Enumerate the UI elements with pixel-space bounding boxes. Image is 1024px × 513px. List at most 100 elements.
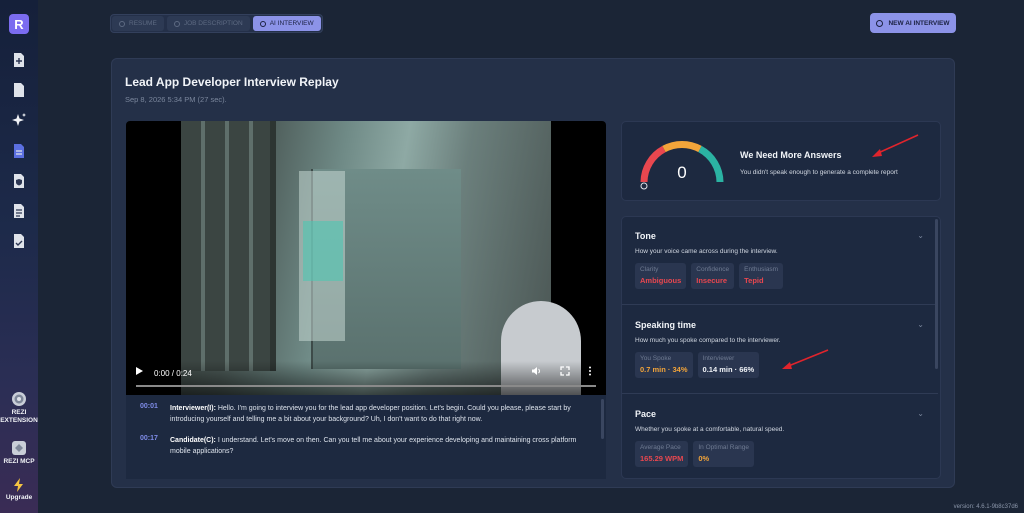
metrics-scrollbar[interactable]: [935, 219, 938, 369]
stat-label: Average Pace: [640, 444, 681, 451]
upgrade-label: Upgrade: [5, 494, 33, 501]
stat-label: In Optimal Range: [698, 444, 749, 451]
new-ai-interview-button[interactable]: NEW AI INTERVIEW: [870, 13, 956, 33]
transcript-line[interactable]: 00:01 Interviewer(I): Hello. I'm going t…: [140, 403, 592, 425]
tab-resume-label: RESUME: [129, 20, 157, 27]
video-window: [181, 121, 276, 371]
stat-label: Interviewer: [702, 355, 735, 362]
stat-value: Tepid: [744, 276, 764, 285]
interviewer-stat: Interviewer 0.14 min · 66%: [697, 352, 760, 378]
tab-ai-interview-label: AI INTERVIEW: [269, 20, 314, 27]
stat-value: Insecure: [696, 276, 728, 285]
transcript-scrollbar[interactable]: [601, 399, 604, 439]
speaking-stats: You Spoke 0.7 min · 34% Interviewer 0.14…: [635, 352, 760, 378]
tone-stats: Clarity Ambiguous Confidence Insecure En…: [635, 263, 784, 289]
rezi-extension-label-2: EXTENSION: [0, 417, 38, 424]
chevron-down-icon[interactable]: ⌄: [917, 409, 924, 418]
circle-plus-icon: [876, 19, 884, 27]
tone-title: Tone: [635, 231, 656, 241]
stat-label: Enthusiasm: [744, 266, 779, 273]
rezi-mcp-link[interactable]: REZI MCP: [0, 441, 38, 466]
stat-label: Confidence: [696, 266, 730, 273]
transcript: 00:01 Interviewer(I): Hello. I'm going t…: [126, 395, 606, 479]
stat-label: You Spoke: [640, 355, 672, 362]
tab-ai-interview[interactable]: AI INTERVIEW: [252, 16, 321, 31]
circle-icon: [173, 20, 180, 27]
sidebar: R REZI EXTENSION REZI MCP Upgrade: [0, 0, 38, 513]
chrome-extension-icon: [12, 392, 26, 406]
transcript-text: Interviewer(I): Hello. I'm going to inte…: [170, 403, 592, 425]
volume-icon[interactable]: [531, 366, 541, 378]
transcript-timestamp[interactable]: 00:17: [140, 435, 160, 457]
transcript-message: Hello. I'm going to interview you for th…: [170, 405, 571, 423]
video-player[interactable]: 0:00 / 0:24: [126, 121, 606, 395]
transcript-line[interactable]: 00:17 Candidate(C): I understand. Let's …: [140, 435, 592, 457]
circle-icon: [259, 20, 266, 27]
lightning-icon: [12, 478, 26, 492]
page-title: Lead App Developer Interview Replay: [125, 75, 339, 89]
file-doc-icon[interactable]: [12, 143, 26, 159]
tab-resume[interactable]: RESUME: [112, 16, 164, 31]
transcript-timestamp[interactable]: 00:01: [140, 403, 160, 425]
stat-label: Clarity: [640, 266, 659, 273]
tab-job-description[interactable]: JOB DESCRIPTION: [166, 16, 250, 31]
enthusiasm-stat: Enthusiasm Tepid: [739, 263, 784, 289]
mcp-icon: [12, 441, 26, 455]
annotation-arrow-icon: [782, 349, 829, 369]
video-progress-bar[interactable]: [136, 385, 596, 387]
stat-value: 0.7 min · 34%: [640, 365, 688, 374]
pace-stats: Average Pace 165.29 WPM In Optimal Range…: [635, 441, 754, 467]
pace-description: Whether you spoke at a comfortable, natu…: [635, 426, 785, 433]
chevron-down-icon[interactable]: ⌄: [917, 320, 924, 329]
clarity-stat: Clarity Ambiguous: [635, 263, 687, 289]
stat-value: 0.14 min · 66%: [702, 365, 755, 374]
file-plus-icon[interactable]: [12, 52, 26, 68]
rezi-extension-link[interactable]: REZI EXTENSION: [0, 392, 38, 425]
speaking-description: How much you spoke compared to the inter…: [635, 337, 781, 344]
version-label: version: 4.6.1-9b8c37d6: [953, 504, 1018, 510]
fullscreen-icon[interactable]: [560, 366, 570, 378]
file-lines-icon[interactable]: [12, 203, 26, 219]
transcript-message: I understand. Let's move on then. Can yo…: [170, 437, 577, 455]
confidence-stat: Confidence Insecure: [691, 263, 735, 289]
step-tabs: RESUME JOB DESCRIPTION AI INTERVIEW: [110, 14, 323, 33]
rezi-extension-label-1: REZI: [11, 409, 27, 416]
circle-icon: [119, 20, 125, 27]
annotation-arrow-icon: [872, 134, 919, 157]
tone-section[interactable]: Tone How your voice came across during t…: [622, 217, 938, 305]
file-shield-icon[interactable]: [12, 173, 26, 189]
rezi-logo[interactable]: R: [9, 14, 29, 34]
tab-job-description-label: JOB DESCRIPTION: [183, 20, 243, 27]
transcript-speaker: Candidate(C):: [170, 437, 216, 444]
speaking-title: Speaking time: [635, 320, 697, 330]
file-check-icon[interactable]: [12, 233, 26, 249]
score-value: 0: [677, 163, 686, 182]
transcript-text: Candidate(C): I understand. Let's move o…: [170, 435, 592, 457]
stat-value: Ambiguous: [640, 276, 682, 285]
upgrade-link[interactable]: Upgrade: [0, 478, 38, 502]
score-description: You didn't speak enough to generate a co…: [740, 169, 898, 176]
video-time: 0:00 / 0:24: [154, 369, 192, 378]
stat-value: 0%: [698, 454, 710, 463]
rezi-mcp-label: REZI MCP: [3, 458, 35, 465]
transcript-speaker: Interviewer(I):: [170, 405, 216, 412]
score-gauge: 0 0 100: [640, 140, 724, 190]
sparkle-icon[interactable]: [12, 112, 26, 128]
video-frame: [181, 121, 581, 395]
page-subtitle: Sep 8, 2026 5:34 PM (27 sec).: [125, 95, 227, 104]
file-icon[interactable]: [12, 82, 26, 98]
tone-description: How your voice came across during the in…: [635, 248, 778, 255]
score-title: We Need More Answers: [740, 150, 842, 160]
stat-value: 165.29 WPM: [640, 454, 684, 463]
interview-replay-card: Lead App Developer Interview Replay Sep …: [111, 58, 955, 488]
you-spoke-stat: You Spoke 0.7 min · 34%: [635, 352, 693, 378]
play-icon[interactable]: [136, 367, 143, 375]
average-pace-stat: Average Pace 165.29 WPM: [635, 441, 689, 467]
new-ai-interview-label: NEW AI INTERVIEW: [888, 19, 950, 27]
optimal-range-stat: In Optimal Range 0%: [693, 441, 754, 467]
video-teal: [303, 221, 343, 281]
pace-title: Pace: [635, 409, 657, 419]
chevron-down-icon[interactable]: ⌄: [917, 231, 924, 240]
pace-section[interactable]: Pace Whether you spoke at a comfortable,…: [622, 395, 938, 478]
more-options-icon[interactable]: [588, 366, 592, 378]
